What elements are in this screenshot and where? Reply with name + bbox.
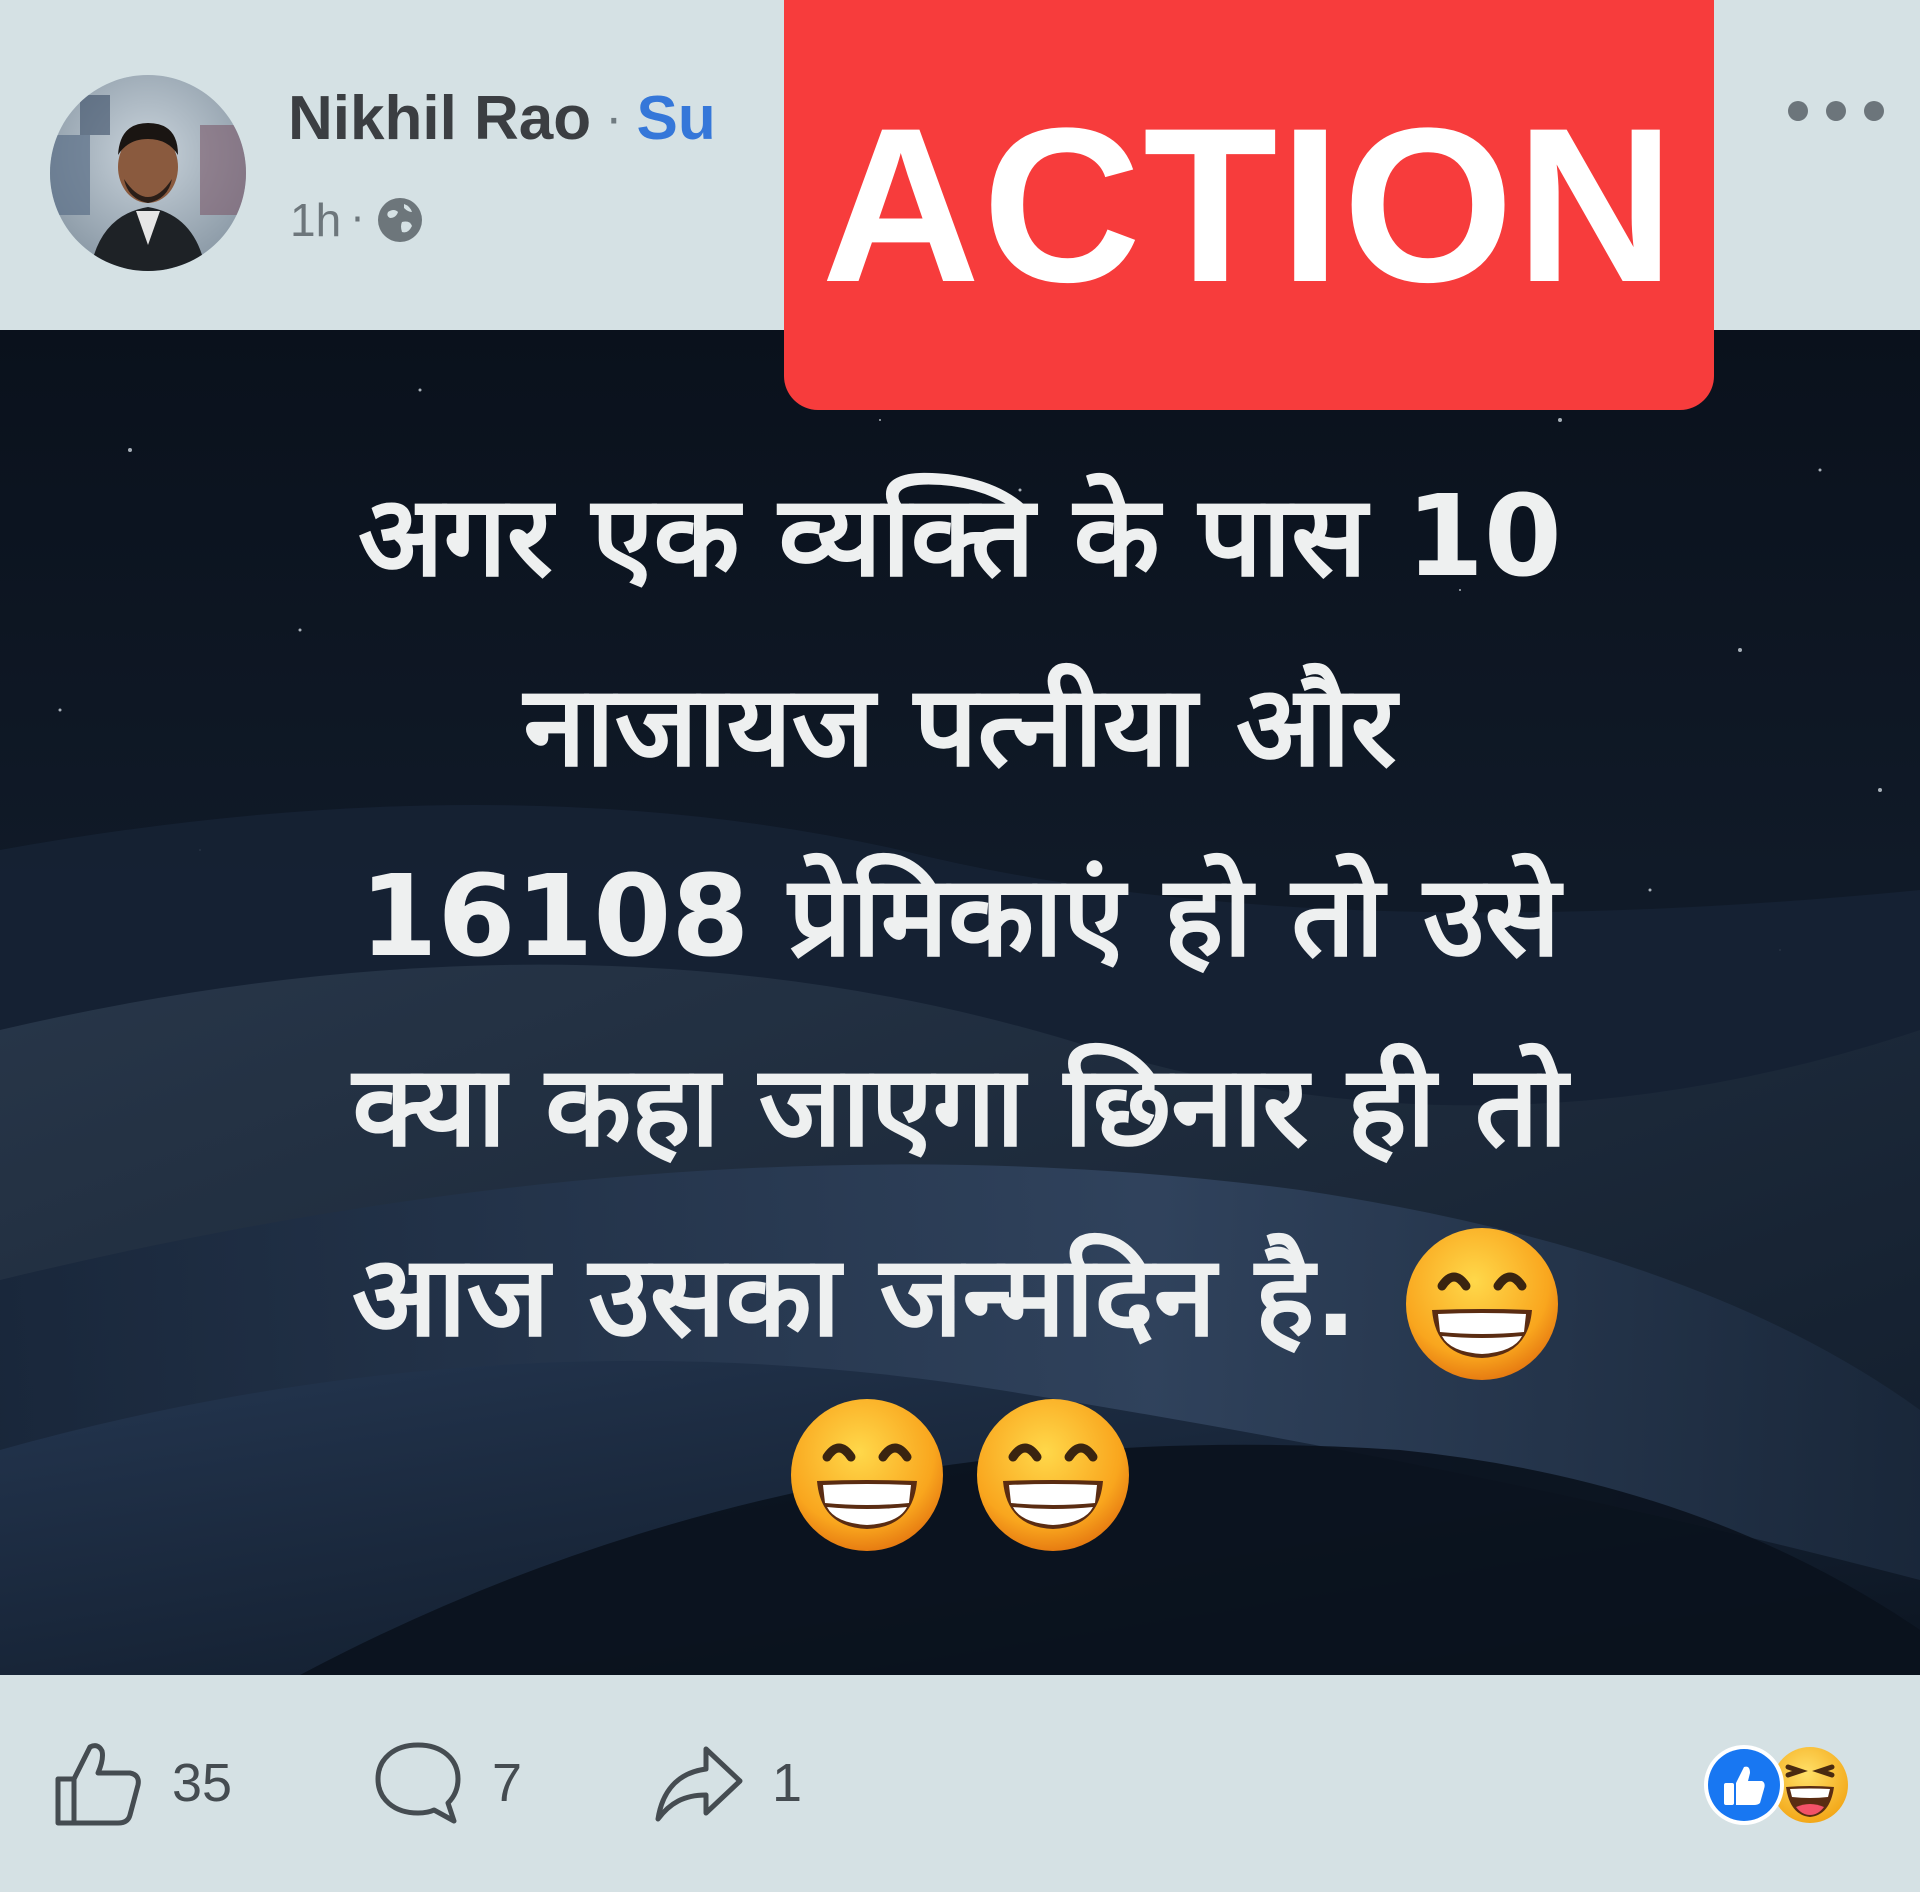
caption-line: अगर एक व्यक्ति के पास 10	[358, 472, 1562, 602]
post-time[interactable]: 1h	[290, 193, 341, 247]
like-button[interactable]: 35	[50, 1733, 232, 1833]
caption-line: आज उसका जन्मदिन है.	[351, 1232, 1357, 1362]
post-image[interactable]: अगर एक व्यक्ति के पास 10 नाजायज पत्नीया …	[0, 330, 1920, 1675]
meta-separator: ·	[351, 197, 364, 243]
author-row: Nikhil Rao · Su	[288, 78, 716, 158]
follow-link[interactable]: Su	[637, 83, 716, 154]
emoji-row	[0, 1395, 1920, 1555]
author-avatar[interactable]	[50, 75, 246, 271]
post-actions-bar: 35 7 1	[0, 1675, 1920, 1892]
action-badge: ACTION	[784, 0, 1714, 410]
like-reaction-icon	[1704, 1745, 1784, 1825]
caption-line: क्या कहा जाएगा छिनार ही तो	[352, 1042, 1568, 1172]
action-label: ACTION	[821, 82, 1677, 328]
grinning-face-icon	[973, 1395, 1133, 1555]
reaction-summary[interactable]	[1700, 1743, 1860, 1827]
share-icon	[655, 1746, 743, 1822]
author-name[interactable]: Nikhil Rao	[288, 83, 591, 154]
share-button[interactable]: 1	[650, 1733, 802, 1833]
caption-line: नाजायज पत्नीया और	[523, 662, 1397, 792]
grinning-face-icon	[787, 1395, 947, 1555]
post-caption: अगर एक व्यक्ति के पास 10 नाजायज पत्नीया …	[120, 442, 1800, 1392]
comment-button[interactable]: 7	[370, 1733, 522, 1833]
grinning-face-icon	[1402, 1224, 1562, 1384]
comment-icon	[375, 1742, 461, 1824]
caption-line: 16108 प्रेमिकाएं हो तो उसे	[359, 852, 1561, 982]
globe-icon	[374, 194, 426, 246]
caption-line-last: आज उसका जन्मदिन है.	[120, 1202, 1800, 1392]
author-separator: ·	[605, 89, 623, 147]
more-horizontal-icon[interactable]	[1788, 96, 1884, 126]
post-meta: 1h ·	[290, 190, 426, 250]
share-count: 1	[772, 1753, 803, 1813]
thumbs-up-icon	[55, 1743, 141, 1826]
comment-count: 7	[492, 1753, 523, 1813]
like-count: 35	[172, 1753, 233, 1813]
